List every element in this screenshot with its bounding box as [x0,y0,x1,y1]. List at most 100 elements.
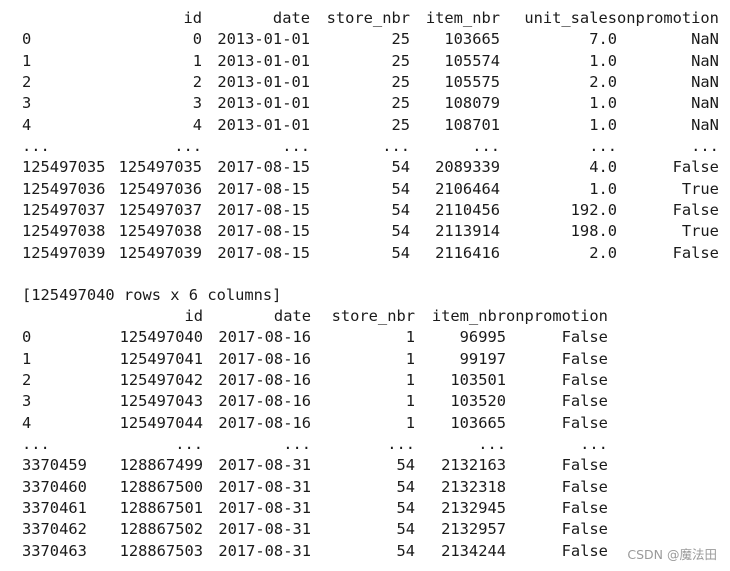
table-cell: 4 [192,115,202,134]
csdn-watermark: CSDN @魔法田 [627,547,717,562]
table-cell: 105575 [444,73,500,92]
table-cell: 2017-08-15 [217,158,310,177]
table-cell: 125497042 [119,371,203,390]
table-cell: 125497036 [118,179,202,198]
table-cell: ... [478,435,506,454]
table-cell: 54 [391,179,410,198]
test-table-header: id date store_nbr item_nbr onpromotion [22,306,608,327]
row-index-cell: 125497035 [22,158,106,177]
header-row: id date store_nbr item_nbr unit_sales onpromo… [22,8,718,29]
table-cell: NaN [691,30,719,49]
row-index-cell: 3370461 [22,499,87,518]
table-cell: 125497039 [118,243,202,262]
table-row: 3370462 128867502 2017-08-31 54 2132957 False [22,519,608,540]
table-cell: 2017-08-31 [218,477,311,496]
table-cell: 2113914 [435,222,500,241]
row-index-cell: 4 [22,115,32,134]
table-cell: 2017-08-31 [218,520,311,539]
table-cell: 2017-08-31 [218,541,311,560]
table-cell: True [681,179,719,198]
table-cell: 0 [192,30,202,49]
table-cell: False [561,499,608,518]
table-cell: 2 [192,73,202,92]
table-cell: False [561,413,608,432]
test-table-body: 0 125497040 2017-08-16 1 96995 False 1 12549704… [22,327,608,562]
table-row: 4 125497044 2017-08-16 1 103665 False [22,413,608,434]
table-cell: 2.0 [589,243,617,262]
table-row: 125497036 125497036 2017-08-15 54 2106464 1.0… [22,179,719,200]
table-cell: ... [580,435,608,454]
row-index-cell: 3370460 [22,477,87,496]
table-cell: 198.0 [570,222,617,241]
table-row: 3370460 128867500 2017-08-31 54 2132318 False [22,477,608,498]
table-cell: ... [382,137,410,156]
table-cell: 1.0 [589,115,617,134]
table-cell: 1 [192,51,202,70]
table-cell: 125497037 [118,201,202,220]
table-cell: 2132163 [441,456,506,475]
table-cell: 2017-08-15 [217,201,310,220]
table-cell: 125497040 [119,328,203,347]
table-row: 2 125497042 2017-08-16 1 103501 False [22,370,608,391]
table-cell: 1 [405,371,415,390]
index-header-cell [22,306,90,327]
table-cell: 54 [396,456,415,475]
table-cell: 2013-01-01 [217,30,310,49]
table-cell: 192.0 [570,201,617,220]
table-row: 125497037 125497037 2017-08-15 54 2110456 192… [22,200,719,221]
table-cell: ... [589,137,617,156]
table-cell: 54 [396,541,415,560]
table-cell: 125497043 [119,392,203,411]
row-index-cell: 3 [22,392,32,411]
table-cell: 1.0 [589,179,617,198]
table-cell: 25 [391,73,410,92]
table-cell: 2017-08-16 [218,413,311,432]
table-cell: 103665 [444,30,500,49]
table-row: 4 4 2013-01-01 25 108701 1.0 NaN [22,115,719,136]
table-cell: False [561,392,608,411]
table-row: 3370463 128867503 2017-08-31 54 2134244 False [22,541,608,562]
table-cell: 7.0 [589,30,617,49]
row-index-cell: 125497039 [22,243,106,262]
table-cell: 2116416 [435,243,500,262]
row-index-cell: 2 [22,73,32,92]
column-header-onpromotion: onpromotion [506,307,608,325]
table-row: 0 0 2013-01-01 25 103665 7.0 NaN [22,29,719,50]
table-cell: 2017-08-16 [218,392,311,411]
table-cell: 2017-08-31 [218,456,311,475]
table-row: 2 2 2013-01-01 25 105575 2.0 NaN [22,72,719,93]
table-cell: 54 [396,477,415,496]
table-cell: 103501 [450,371,506,390]
table-cell: 1.0 [589,51,617,70]
table-row: ..................... [22,136,719,157]
table-cell: 1 [405,328,415,347]
row-index-cell: 1 [22,51,32,70]
train-dataframe-table: id date store_nbr item_nbr unit_sales onpromo… [22,8,719,264]
table-cell: False [561,456,608,475]
column-header-unit-sales: unit_sales [524,9,617,27]
table-cell: False [672,201,719,220]
table-cell: 54 [391,243,410,262]
table-cell: 2013-01-01 [217,115,310,134]
test-dataframe-table: id date store_nbr item_nbr onpromotion 0 1254… [22,306,608,562]
row-index-cell: 125497037 [22,201,106,220]
table-cell: 4.0 [589,158,617,177]
table-cell: NaN [691,51,719,70]
train-table-header: id date store_nbr item_nbr unit_sales onpromo… [22,8,718,29]
train-shape-summary: [125497040 rows x 6 columns] [22,286,282,304]
row-index-cell: ... [22,435,50,454]
row-index-cell: 0 [22,30,32,49]
table-cell: 2017-08-15 [217,222,310,241]
table-cell: 128867503 [119,541,203,560]
table-cell: ... [691,137,719,156]
table-cell: 54 [391,222,410,241]
table-cell: 3 [192,94,202,113]
table-row: 125497035 125497035 2017-08-15 54 2089339 4.0… [22,157,719,178]
table-cell: 25 [391,115,410,134]
column-header-date: date [272,9,310,27]
table-row: 125497038 125497038 2017-08-15 54 2113914 198… [22,221,719,242]
row-index-cell: ... [22,137,50,156]
train-table-body: 0 0 2013-01-01 25 103665 7.0 NaN 1 1 2013-01-01 25… [22,29,719,264]
table-cell: 2106464 [435,179,500,198]
table-cell: 128867500 [119,477,203,496]
